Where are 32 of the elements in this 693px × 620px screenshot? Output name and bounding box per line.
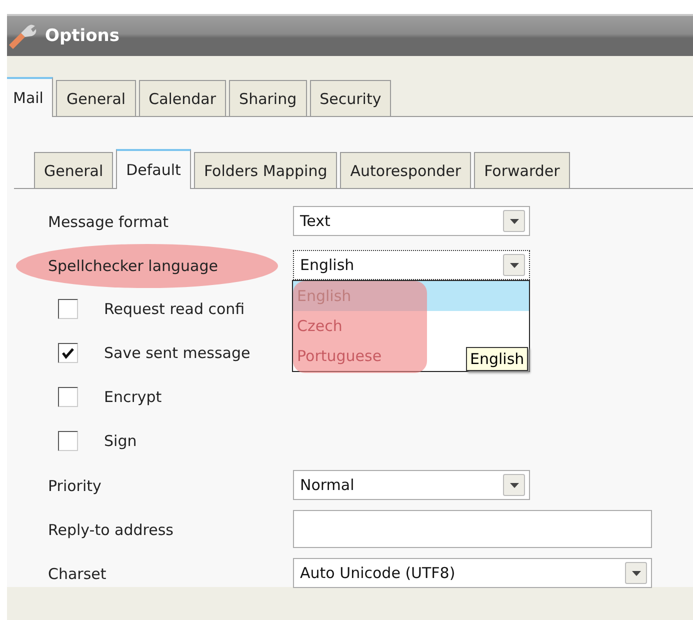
tab[interactable]: Sharing bbox=[229, 80, 307, 116]
input-field[interactable] bbox=[293, 510, 652, 548]
checkbox-label: Encrypt bbox=[104, 388, 162, 406]
field-label: Priority bbox=[48, 476, 102, 494]
checkbox-label: Request read confi bbox=[104, 300, 245, 318]
checkbox[interactable] bbox=[58, 343, 78, 363]
checkbox[interactable] bbox=[58, 299, 78, 319]
tab[interactable]: Default bbox=[116, 149, 191, 189]
field-label: Reply-to address bbox=[48, 520, 174, 538]
checkbox[interactable] bbox=[58, 387, 78, 407]
field-label: Message format bbox=[48, 212, 169, 230]
checkbox-label: Save sent message bbox=[104, 344, 250, 362]
checkbox[interactable] bbox=[58, 431, 78, 451]
tab[interactable]: Calendar bbox=[138, 80, 226, 116]
window-title: Options bbox=[45, 26, 120, 46]
tab[interactable]: Mail bbox=[7, 77, 54, 117]
dropdown[interactable]: Normal bbox=[293, 470, 530, 500]
field-label: Charset bbox=[48, 564, 106, 582]
dropdown[interactable]: Text bbox=[293, 206, 530, 236]
tab[interactable]: General bbox=[34, 152, 114, 188]
field-label: Spellchecker language bbox=[48, 256, 218, 274]
dropdown[interactable]: Auto Unicode (UTF8) bbox=[293, 558, 652, 588]
tab[interactable]: General bbox=[56, 80, 136, 116]
checkmark-icon bbox=[61, 347, 75, 359]
tooltip: English bbox=[466, 347, 528, 371]
tab[interactable]: Folders Mapping bbox=[194, 152, 338, 188]
tab[interactable]: Autoresponder bbox=[340, 152, 472, 188]
wrench-icon bbox=[7, 23, 37, 49]
dropdown[interactable]: English bbox=[293, 250, 530, 280]
checkbox-label: Sign bbox=[104, 432, 137, 450]
tab[interactable]: Security bbox=[310, 80, 392, 116]
tab[interactable]: Forwarder bbox=[474, 152, 570, 188]
